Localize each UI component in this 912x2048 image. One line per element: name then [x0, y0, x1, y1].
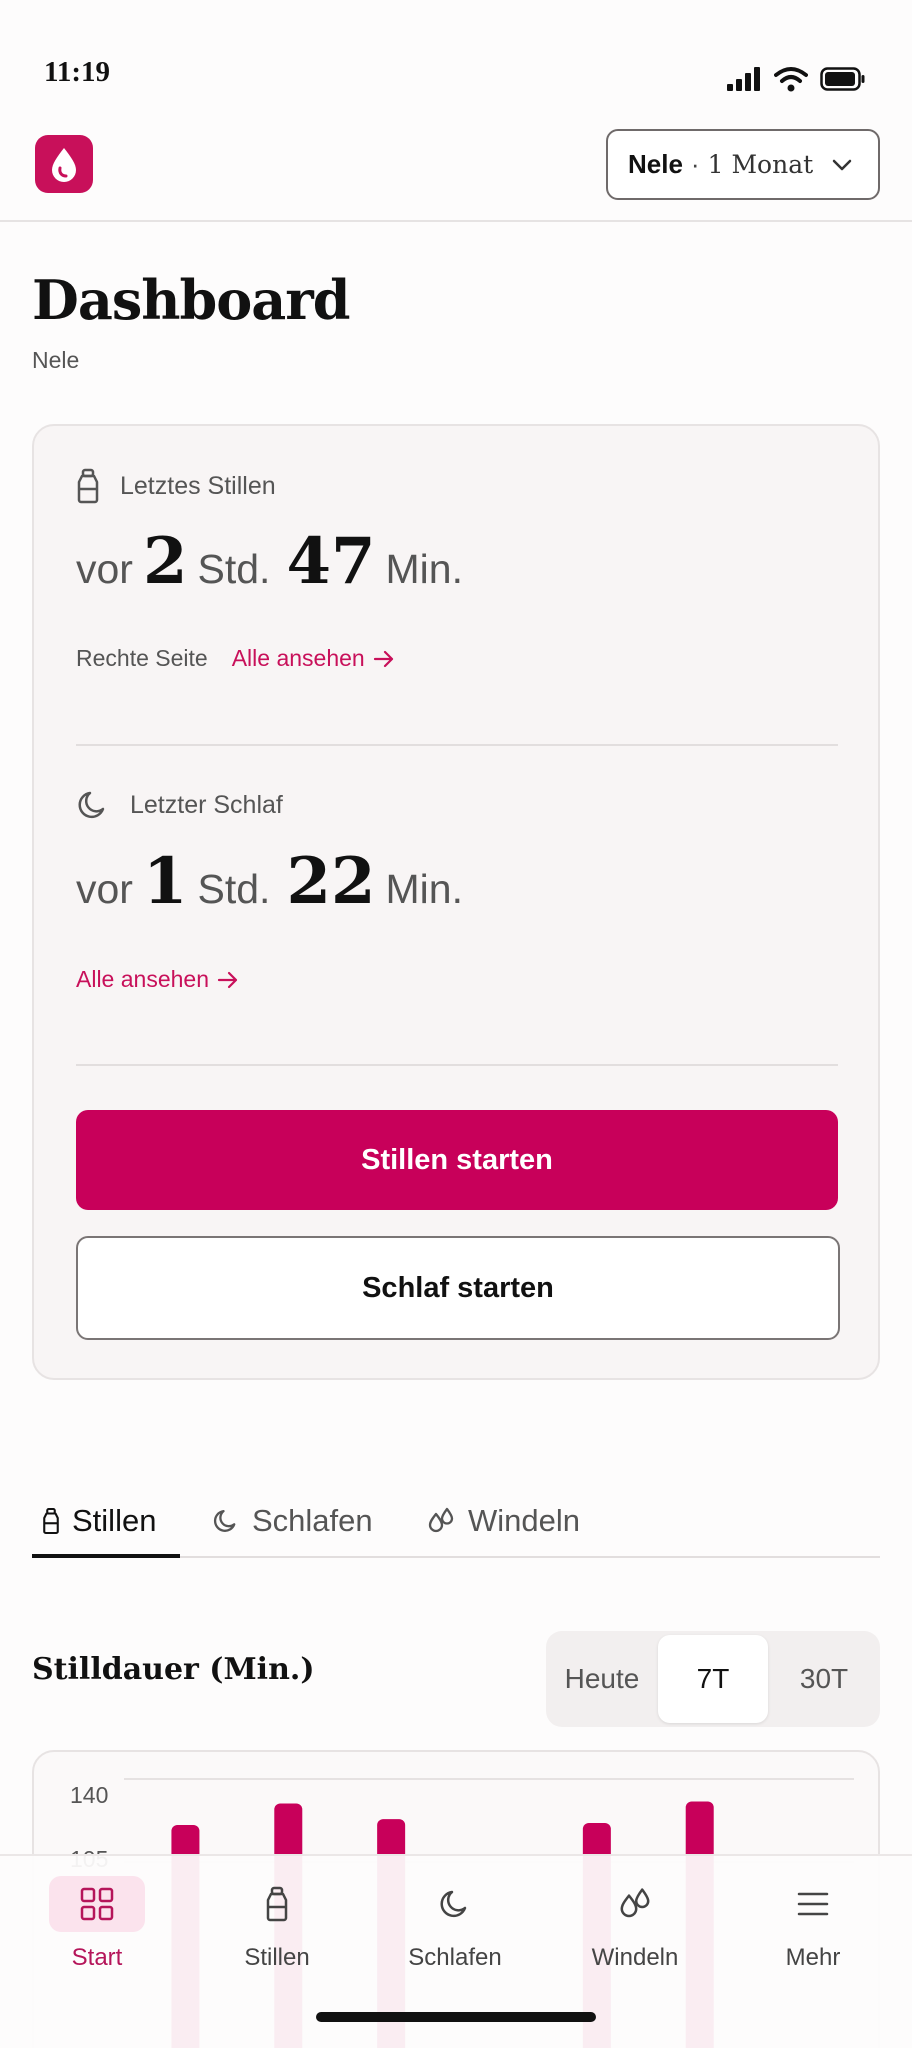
last-feeding-header: Letztes Stillen — [76, 468, 276, 504]
chevron-down-icon — [832, 159, 852, 171]
active-tab-indicator — [32, 1554, 180, 1558]
nav-schlafen[interactable]: Schlafen — [380, 1876, 530, 1972]
summary-card: Letztes Stillen vor 2 Std. 47 Min. Recht… — [32, 424, 880, 1380]
last-feeding-value: vor 2 Std. 47 Min. — [76, 524, 463, 599]
last-feeding-hours-unit: Std. — [197, 546, 271, 592]
last-sleep-hours-unit: Std. — [197, 866, 271, 912]
nav-schlafen-label: Schlafen — [408, 1944, 502, 1971]
last-feeding-minutes: 47 — [286, 524, 376, 599]
status-icons — [726, 66, 866, 92]
nav-icon-wrap — [587, 1876, 683, 1932]
category-tabs: Stillen Schlafen Windeln — [32, 1484, 880, 1558]
last-feeding-hours: 2 — [142, 524, 188, 599]
last-feeding-meta: Rechte Seite Alle ansehen — [76, 645, 395, 672]
nav-stillen-label: Stillen — [244, 1944, 310, 1971]
last-sleep-hours: 1 — [142, 844, 188, 919]
page-subtitle: Nele — [32, 347, 80, 373]
last-sleep-value: vor 1 Std. 22 Min. — [76, 844, 463, 919]
range-7t[interactable]: 7T — [658, 1635, 768, 1723]
arrow-right-icon — [217, 971, 238, 988]
app-logo[interactable] — [35, 135, 93, 193]
start-feeding-button[interactable]: Stillen starten — [76, 1110, 838, 1210]
last-sleep-meta: Alle ansehen — [76, 966, 239, 993]
feeding-see-all-link[interactable]: Alle ansehen — [232, 645, 395, 672]
sleep-see-all-label: Alle ansehen — [76, 966, 209, 992]
tab-schlafen[interactable]: Schlafen — [212, 1484, 373, 1558]
feeding-see-all-label: Alle ansehen — [231, 645, 365, 671]
app-header: Nele · 1 Monat — [0, 110, 912, 222]
tab-schlafen-label: Schlafen — [252, 1503, 373, 1538]
menu-icon — [797, 1892, 829, 1916]
nav-icon-wrap — [765, 1876, 861, 1932]
sleep-see-all-link[interactable]: Alle ansehen — [76, 966, 239, 993]
child-selector[interactable]: Nele · 1 Monat — [606, 129, 880, 200]
tab-stillen-label: Stillen — [72, 1503, 157, 1538]
moon-icon — [213, 1509, 236, 1532]
last-feeding-minutes-unit: Min. — [385, 546, 463, 592]
chart-title: Stilldauer (Min.) — [32, 1652, 315, 1687]
last-sleep-minutes: 22 — [286, 844, 376, 919]
droplets-icon — [620, 1888, 650, 1918]
last-feeding-side: Rechte Seite — [76, 645, 208, 671]
child-name: Nele — [628, 149, 683, 179]
last-feeding-label: Letztes Stillen — [120, 471, 276, 500]
start-sleep-button[interactable]: Schlaf starten — [76, 1236, 840, 1340]
home-indicator[interactable] — [316, 2012, 596, 2022]
signal-icon — [727, 67, 760, 91]
last-sleep-prefix: vor — [76, 866, 133, 912]
nav-stillen[interactable]: Stillen — [202, 1876, 352, 1972]
nav-start-label: Start — [71, 1944, 123, 1971]
bottle-icon — [77, 468, 99, 504]
nav-icon-wrap — [229, 1876, 325, 1932]
nav-mehr-label: Mehr — [785, 1944, 841, 1971]
nav-windeln-label: Windeln — [591, 1944, 679, 1971]
battery-icon — [820, 67, 865, 91]
droplets-icon — [428, 1507, 454, 1533]
card-divider — [76, 744, 838, 746]
page-title: Dashboard — [32, 268, 350, 332]
nav-start[interactable]: Start — [22, 1876, 172, 1972]
last-feeding-prefix: vor — [76, 546, 133, 592]
last-sleep-minutes-unit: Min. — [385, 866, 463, 912]
nav-mehr[interactable]: Mehr — [738, 1876, 888, 1972]
nav-windeln[interactable]: Windeln — [560, 1876, 710, 1972]
range-today[interactable]: Heute — [546, 1631, 658, 1727]
moon-icon — [440, 1890, 467, 1918]
arrow-right-icon — [373, 650, 393, 667]
last-sleep-label: Letzter Schlaf — [130, 790, 283, 819]
child-age: 1 Monat — [707, 150, 814, 179]
bottle-icon — [43, 1507, 59, 1535]
range-toggle: Heute 7T 30T — [546, 1631, 880, 1727]
status-time: 11:19 — [44, 56, 111, 88]
moon-icon — [78, 791, 105, 819]
child-separator: · — [690, 149, 700, 179]
nav-icon-wrap — [49, 1876, 145, 1932]
drop-icon — [52, 148, 76, 182]
tab-stillen[interactable]: Stillen — [42, 1484, 156, 1558]
tab-windeln-label: Windeln — [468, 1503, 580, 1538]
grid-icon — [80, 1887, 114, 1921]
card-divider — [76, 1064, 838, 1066]
tab-windeln[interactable]: Windeln — [426, 1484, 580, 1558]
range-30t[interactable]: 30T — [768, 1631, 880, 1727]
last-sleep-header: Letzter Schlaf — [76, 788, 283, 822]
bottle-icon — [266, 1886, 288, 1922]
wifi-icon — [774, 67, 808, 92]
status-bar: 11:19 — [0, 0, 912, 110]
nav-icon-wrap — [407, 1876, 503, 1932]
